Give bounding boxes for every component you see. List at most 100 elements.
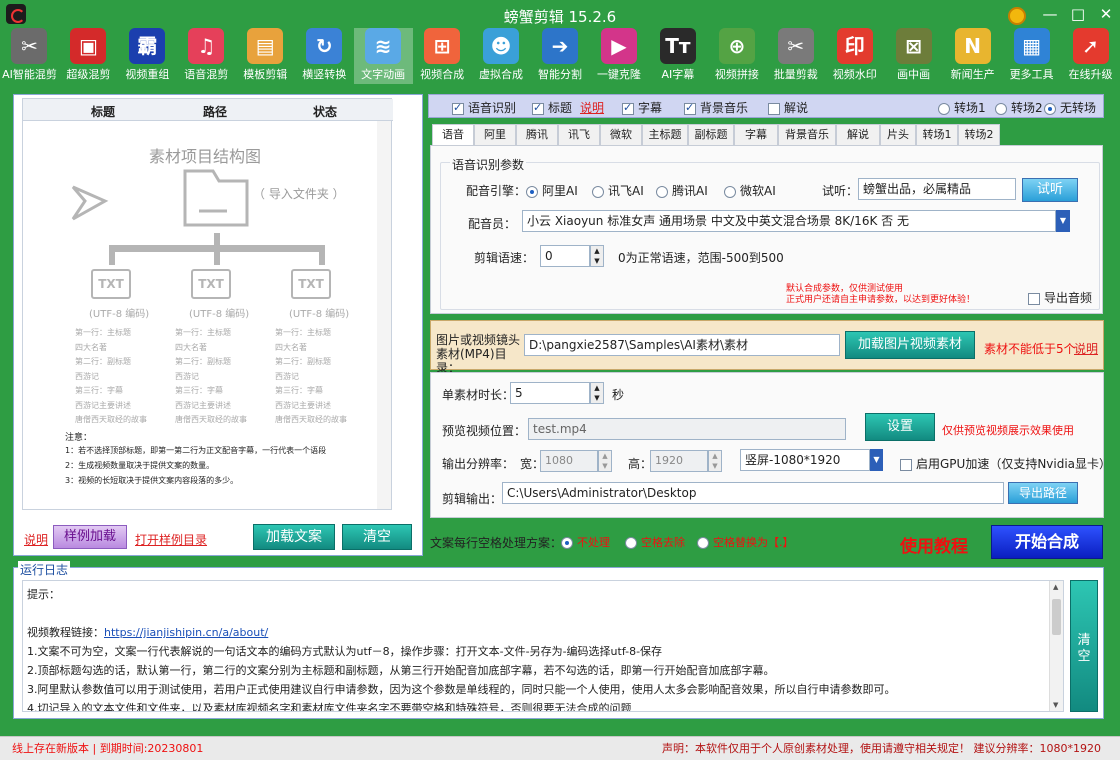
engine-radio-1[interactable]: 讯飞AI — [592, 182, 644, 199]
radio-circle[interactable] — [625, 536, 637, 549]
scroll-track[interactable] — [377, 121, 391, 509]
checkbox-box[interactable] — [532, 101, 544, 115]
speed-stepper[interactable]: ▲ ▼ — [590, 245, 604, 267]
tool-clone[interactable]: ▶ 一键克隆 — [589, 28, 648, 84]
voice-dropdown-icon[interactable]: ▼ — [1056, 210, 1070, 232]
minimize-button[interactable]: — — [1036, 0, 1064, 28]
log-scrollbar[interactable]: ▲ ▼ — [1049, 581, 1063, 711]
scroll-thumb[interactable] — [1052, 599, 1061, 635]
gpu-checkbox[interactable]: 启用GPU加速（仅支持Nvidia显卡） — [900, 455, 1111, 472]
tool-template-edit[interactable]: ▤ 模板剪辑 — [236, 28, 295, 84]
tool-pip[interactable]: ⊠ 画中画 — [884, 28, 943, 84]
width-input[interactable]: 1080 — [540, 450, 598, 472]
radio-circle[interactable] — [561, 536, 573, 549]
log-clear-button[interactable]: 清空 — [1070, 580, 1098, 712]
tool-rotate[interactable]: ↻ 横竖转换 — [295, 28, 354, 84]
listen-text-input[interactable]: 螃蟹出品，必属精品 — [858, 178, 1016, 200]
tab-7[interactable]: 字幕 — [734, 124, 778, 146]
option-check-0[interactable]: 语音识别 — [452, 99, 516, 116]
preview-path-input[interactable]: test.mp4 — [528, 418, 846, 440]
clear-text-button[interactable]: 清空 — [342, 524, 412, 550]
export-path-button[interactable]: 导出路径 — [1008, 482, 1078, 504]
tool-upgrade[interactable]: ➚ 在线升级 — [1061, 28, 1120, 84]
tab-1[interactable]: 阿里 — [474, 124, 516, 146]
scroll-up-icon[interactable]: ▲ — [1053, 583, 1058, 591]
engine-radio-2[interactable]: 腾讯AI — [656, 182, 708, 199]
option-check-4[interactable]: 解说 — [768, 99, 808, 116]
tab-2[interactable]: 腾讯 — [516, 124, 558, 146]
sample-load-button[interactable]: 样例加载 — [53, 525, 127, 549]
tab-11[interactable]: 转场1 — [916, 124, 958, 146]
column-header-path[interactable]: 路径 — [203, 103, 227, 120]
duration-input[interactable]: 5 — [510, 382, 590, 404]
tab-6[interactable]: 副标题 — [688, 124, 734, 146]
material-path-input[interactable]: D:\pangxie2587\Samples\AI素材\素材 — [524, 334, 840, 356]
tool-video-compose[interactable]: ⊞ 视频合成 — [413, 28, 472, 84]
checkbox-box[interactable] — [900, 458, 912, 471]
load-material-button[interactable]: 加载图片视频素材 — [845, 331, 975, 359]
tool-smart-split[interactable]: ➔ 智能分割 — [531, 28, 590, 84]
orientation-dropdown-icon[interactable]: ▼ — [870, 449, 883, 471]
radio-circle[interactable] — [526, 185, 538, 198]
tab-12[interactable]: 转场2 — [958, 124, 1000, 146]
output-path-input[interactable]: C:\Users\Administrator\Desktop — [502, 482, 1004, 504]
export-audio-checkbox[interactable]: 导出音频 — [1028, 289, 1092, 306]
checkbox-box[interactable] — [1028, 292, 1040, 305]
checkbox-box[interactable] — [452, 101, 464, 115]
tutorial-link[interactable]: 使用教程 — [900, 532, 968, 557]
option-check-3[interactable]: 背景音乐 — [684, 99, 748, 116]
title-explain-link[interactable]: 说明 — [580, 99, 604, 116]
tab-3[interactable]: 讯飞 — [558, 124, 600, 146]
radio-circle[interactable] — [592, 185, 604, 198]
radio-circle[interactable] — [1044, 102, 1056, 115]
checkbox-box[interactable] — [684, 101, 696, 115]
file-table[interactable]: 标题 路径 状态 素材项目结构图 （ 导入文件夹 ） TXT (UTF-8 编码)… — [22, 98, 393, 510]
column-header-status[interactable]: 状态 — [313, 103, 337, 120]
tool-ai-subtitle[interactable]: Tт AI字幕 — [648, 28, 707, 84]
tool-voice-mix[interactable]: ♫ 语音混剪 — [177, 28, 236, 84]
space-option-radio-0[interactable]: 不处理 — [561, 534, 610, 550]
radio-circle[interactable] — [995, 102, 1007, 115]
scroll-down-icon[interactable]: ▼ — [1053, 701, 1058, 709]
tab-4[interactable]: 微软 — [600, 124, 642, 146]
duration-stepper[interactable]: ▲ ▼ — [590, 382, 604, 404]
tutorial-url-link[interactable]: https://jianjishipin.cn/a/about/ — [104, 626, 268, 639]
option-check-1[interactable]: 标题 — [532, 99, 572, 116]
space-option-radio-2[interactable]: 空格替换为【.】 — [697, 534, 794, 550]
height-stepper[interactable]: ▲ ▼ — [708, 450, 722, 472]
tool-video-join[interactable]: ⊕ 视频拼接 — [707, 28, 766, 84]
column-header-title[interactable]: 标题 — [91, 103, 115, 120]
speed-input[interactable]: 0 — [540, 245, 590, 267]
radio-circle[interactable] — [656, 185, 668, 198]
radio-circle[interactable] — [724, 185, 736, 198]
tab-8[interactable]: 背景音乐 — [778, 124, 836, 146]
tool-virtual-compose[interactable]: ☻ 虚拟合成 — [472, 28, 531, 84]
width-stepper[interactable]: ▲ ▼ — [598, 450, 612, 472]
space-option-radio-1[interactable]: 空格去除 — [625, 534, 685, 550]
tool-watermark[interactable]: 印视频水印 — [825, 28, 884, 84]
open-sample-dir-link[interactable]: 打开样例目录 — [135, 531, 207, 548]
checkbox-box[interactable] — [622, 101, 634, 115]
tool-more-tools[interactable]: ▦ 更多工具 — [1002, 28, 1061, 84]
tool-super-mix[interactable]: ▣ 超级混剪 — [59, 28, 118, 84]
transition-radio-0[interactable]: 转场1 — [938, 99, 986, 116]
voice-select[interactable]: 小云 Xiaoyun 标准女声 通用场景 中文及中英文混合场景 8K/16K 否… — [522, 210, 1056, 232]
medal-icon[interactable] — [1008, 7, 1026, 25]
load-text-button[interactable]: 加载文案 — [253, 524, 335, 550]
tab-0[interactable]: 语音 — [432, 124, 474, 146]
tool-news[interactable]: N 新闻生产 — [943, 28, 1002, 84]
engine-radio-0[interactable]: 阿里AI — [526, 182, 578, 199]
option-check-2[interactable]: 字幕 — [622, 99, 662, 116]
transition-radio-1[interactable]: 转场2 — [995, 99, 1043, 116]
tool-ai-mix[interactable]: ✂ AI智能混剪 — [0, 28, 59, 84]
tool-text-animation[interactable]: ≋ 文字动画 — [353, 28, 413, 84]
tab-9[interactable]: 解说 — [836, 124, 880, 146]
tool-batch-crop[interactable]: ✂ 批量剪裁 — [766, 28, 825, 84]
tab-5[interactable]: 主标题 — [642, 124, 688, 146]
preview-set-button[interactable]: 设置 — [865, 413, 935, 441]
close-button[interactable]: ✕ — [1092, 0, 1120, 28]
material-explain-link[interactable]: 说明 — [1074, 340, 1098, 357]
transition-radio-2[interactable]: 无转场 — [1044, 99, 1096, 116]
tool-video-regroup[interactable]: 霸视频重组 — [118, 28, 177, 84]
log-text-area[interactable]: 提示： 视频教程链接：https://jianjishipin.cn/a/abou… — [22, 580, 1064, 712]
